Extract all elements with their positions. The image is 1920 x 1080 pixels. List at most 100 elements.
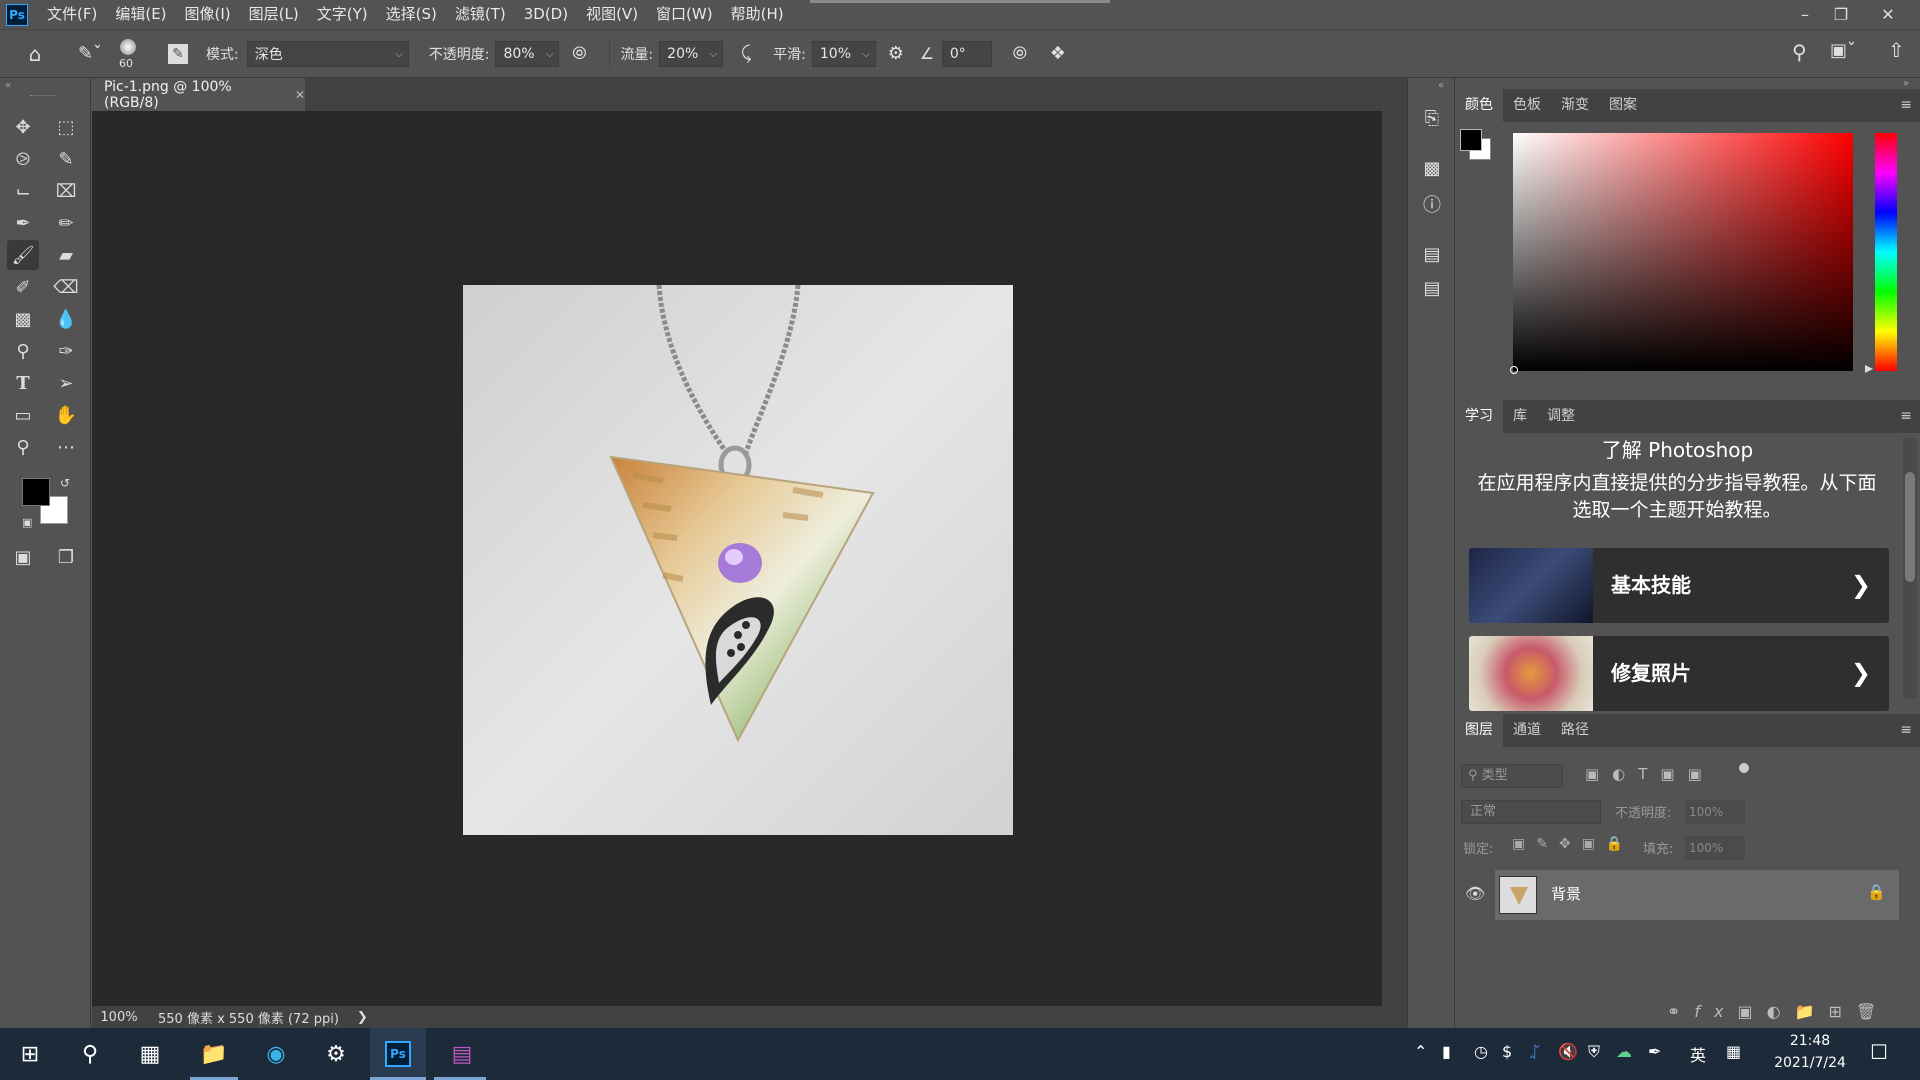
photoshop-taskbar-icon[interactable]: Ps [370,1028,426,1080]
collapse-toolbar-icon[interactable]: « [5,80,11,91]
smoothing-settings-icon[interactable]: ⚙ [876,43,916,64]
clock-time[interactable]: 21:48 [1770,1033,1850,1049]
layer-row-background[interactable]: 背景 🔒 [1495,870,1899,920]
menu-3d[interactable]: 3D(D) [515,0,577,29]
3d-panel-icon[interactable]: ▩ [1418,154,1446,182]
ime-indicator[interactable]: 英 [1690,1042,1706,1066]
clock-date[interactable]: 2021/7/24 [1766,1055,1854,1071]
settings-icon[interactable]: ⚙ [308,1028,364,1080]
fx-icon[interactable]: fx [1694,1002,1737,1021]
eyedropper-tool-icon[interactable]: ✒ [7,208,39,238]
close-icon[interactable]: ✕ [1869,0,1907,29]
flow-field[interactable]: 20% ⌵ [659,40,724,67]
network-app-icon[interactable]: ☁ [1616,1042,1632,1061]
new-group-icon[interactable]: 📁 [1795,1002,1829,1021]
lasso-tool-icon[interactable]: ⧁ [7,144,39,174]
lock-icon[interactable]: 🔒 [1867,883,1886,901]
history-panel-icon[interactable]: ⎘ [1418,104,1446,132]
quick-select-tool-icon[interactable]: ✎ [50,144,82,174]
symmetry-icon[interactable]: ❖ [1048,43,1068,64]
close-tab-icon[interactable]: ✕ [295,88,305,102]
menu-window[interactable]: 窗口(W) [647,0,722,29]
brush-settings-icon[interactable]: ✎ [160,43,196,64]
tab-gradients[interactable]: 渐变 [1551,89,1599,122]
volume-muted-icon[interactable]: 🔇 [1558,1042,1578,1061]
expand-panels-icon[interactable]: » [1903,78,1909,89]
layer-opacity-field[interactable]: 100% [1685,800,1745,824]
zoom-level[interactable]: 100% [92,1010,146,1025]
collapse-dock-icon[interactable]: « [1438,80,1444,91]
zoom-tool-icon[interactable]: ⚲ [7,432,39,462]
quick-mask-icon[interactable]: ▣ [7,542,39,572]
learn-card-fix-photo[interactable]: 修复照片 ❯ [1469,636,1889,711]
document-tab[interactable]: Pic-1.png @ 100%(RGB/8) ✕ [92,78,305,111]
add-mask-icon[interactable]: ▣ [1738,1002,1767,1021]
security-shield-icon[interactable]: ⛨ [1588,1042,1600,1062]
minimize-icon[interactable]: – [1786,0,1824,29]
opacity-field[interactable]: 80% ⌵ [495,40,560,67]
angle-field[interactable]: 0° [941,40,992,67]
swap-colors-icon[interactable]: ↺ [60,476,70,490]
tab-paths[interactable]: 路径 [1551,714,1599,747]
marquee-tool-icon[interactable]: ⬚ [50,112,82,142]
layer-filter-icons[interactable]: ▣◐T▣▣ [1585,765,1715,783]
hue-slider-handle[interactable] [1865,365,1873,373]
dodge-tool-icon[interactable]: ⚲ [7,336,39,366]
healing-brush-tool-icon[interactable]: ✏ [50,208,82,238]
tab-patterns[interactable]: 图案 [1599,89,1647,122]
workspace-icon[interactable]: ▣ˇ [1830,40,1856,61]
filter-toggle-icon[interactable] [1739,763,1749,773]
link-layers-icon[interactable]: ⚭ [1667,1002,1694,1021]
brush-preset-icon[interactable]: ✎ˇ [70,43,110,64]
rectangle-tool-icon[interactable]: ▭ [7,400,39,430]
smoothing-field[interactable]: 10% ⌵ [811,40,876,67]
menu-layer[interactable]: 图层(L) [240,0,308,29]
default-colors-icon[interactable]: ▣ [22,516,32,529]
pressure-opacity-icon[interactable]: ⦾ [559,43,599,64]
eye-icon[interactable]: 👁 [1465,884,1485,903]
show-hidden-icons-icon[interactable]: ⌃ [1414,1042,1427,1061]
bluetooth-icon[interactable]: ᛢ [1530,1042,1540,1061]
learn-scrollbar-thumb[interactable] [1905,472,1915,582]
tab-color[interactable]: 颜色 [1455,89,1503,122]
menu-edit[interactable]: 编辑(E) [106,0,175,29]
file-explorer-icon[interactable]: 📁 [186,1028,242,1080]
mode-select[interactable]: 深色 ⌵ [246,40,409,67]
menu-file[interactable]: 文件(F) [38,0,106,29]
blend-mode-select[interactable]: 正常 [1461,800,1601,824]
airbrush-icon[interactable]: ⤹ [723,43,769,64]
brush-tool-icon[interactable]: 🖌 [7,240,39,270]
currency-icon[interactable]: $ [1502,1042,1512,1061]
tab-adjustments[interactable]: 调整 [1537,400,1585,433]
tab-layers[interactable]: 图层 [1455,714,1503,747]
pressure-size-icon[interactable]: ⦾ [992,43,1048,64]
brush-size-picker[interactable]: 60 [110,34,160,74]
new-layer-icon[interactable]: ⊞ [1829,1002,1856,1021]
eraser-tool-icon[interactable]: ⌫ [50,272,82,302]
delete-layer-icon[interactable]: 🗑 [1856,1002,1890,1021]
type-tool-icon[interactable]: T [7,368,39,398]
pen-icon[interactable]: ✒ [1648,1042,1661,1061]
toolbar-grip[interactable] [30,95,56,97]
share-icon[interactable]: ⇧ [1888,38,1905,62]
panel-menu-icon[interactable]: ≡ [1900,408,1912,424]
wifi-icon[interactable]: ◷ [1474,1042,1488,1061]
lock-icons[interactable]: ▣✎✥▣🔒 [1512,836,1634,852]
fill-field[interactable]: 100% [1685,836,1745,860]
status-expand-icon[interactable]: ❯ [357,1010,368,1025]
gradient-tool-icon[interactable]: ▩ [7,304,39,334]
keyboard-layout-icon[interactable]: ▦ [1726,1042,1741,1061]
home-icon[interactable]: ⌂ [0,42,70,66]
path-select-tool-icon[interactable]: ➢ [50,368,82,398]
move-tool-icon[interactable]: ✥ [7,112,39,142]
menu-help[interactable]: 帮助(H) [722,0,793,29]
panel-menu-icon[interactable]: ≡ [1900,722,1912,738]
layer-filter-select[interactable]: ⚲ 类型 [1461,764,1563,788]
menu-view[interactable]: 视图(V) [577,0,647,29]
layer-name[interactable]: 背景 [1551,883,1581,904]
learn-card-basic-skills[interactable]: 基本技能 ❯ [1469,548,1889,623]
info-panel-icon[interactable]: ⓘ [1418,190,1446,218]
history-brush-tool-icon[interactable]: ✐ [7,272,39,302]
blur-tool-icon[interactable]: 💧 [50,304,82,334]
restore-icon[interactable]: ❐ [1822,0,1860,29]
